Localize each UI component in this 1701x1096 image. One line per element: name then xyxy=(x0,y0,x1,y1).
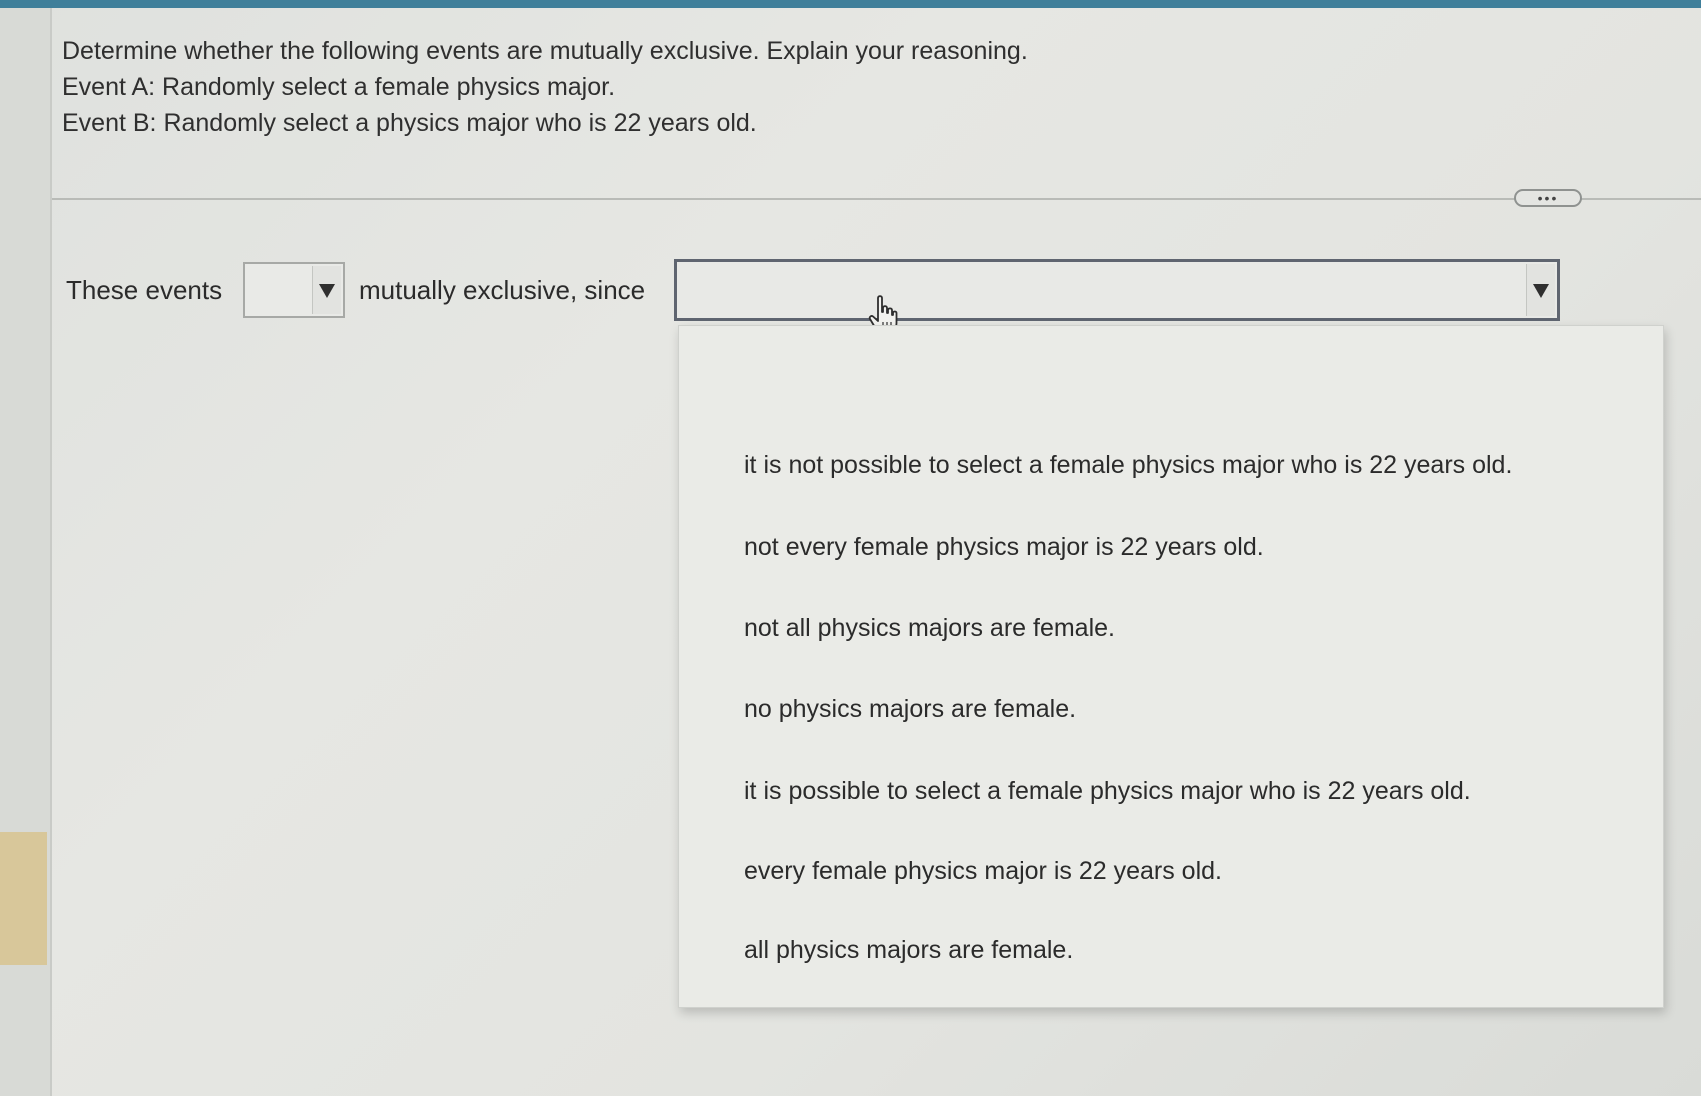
option-all-female[interactable]: all physics majors are female. xyxy=(744,934,1073,966)
question-text: Determine whether the following events a… xyxy=(62,33,1028,141)
chevron-down-icon xyxy=(1533,284,1549,298)
option-not-all-female[interactable]: not all physics majors are female. xyxy=(744,612,1115,644)
option-no-female[interactable]: no physics majors are female. xyxy=(744,693,1076,725)
answer-prefix: These events xyxy=(66,275,223,305)
option-not-every-female-22[interactable]: not every female physics major is 22 yea… xyxy=(744,531,1264,563)
section-divider xyxy=(52,198,1701,200)
are-are-not-select-toggle[interactable] xyxy=(312,266,341,314)
event-a-text: Event A: Randomly select a female physic… xyxy=(62,73,616,101)
reason-select-toggle[interactable] xyxy=(1526,264,1555,316)
top-accent-bar xyxy=(0,0,1701,8)
question-prompt: Determine whether the following events a… xyxy=(62,37,1028,65)
reason-select[interactable] xyxy=(674,259,1560,321)
sidebar-highlight xyxy=(0,832,47,965)
are-are-not-select[interactable] xyxy=(243,262,345,318)
more-options-button[interactable]: ••• xyxy=(1514,189,1582,207)
chevron-down-icon xyxy=(319,284,335,298)
event-b-text: Event B: Randomly select a physics major… xyxy=(62,109,757,137)
reason-options-list: it is not possible to select a female ph… xyxy=(678,325,1664,1008)
answer-row: These events mutually exclusive, since xyxy=(66,258,1566,322)
option-possible-female-22[interactable]: it is possible to select a female physic… xyxy=(744,775,1471,807)
option-not-possible-female-22[interactable]: it is not possible to select a female ph… xyxy=(744,449,1512,481)
option-every-female-22[interactable]: every female physics major is 22 years o… xyxy=(744,855,1222,887)
answer-middle-text: mutually exclusive, since xyxy=(359,275,646,305)
